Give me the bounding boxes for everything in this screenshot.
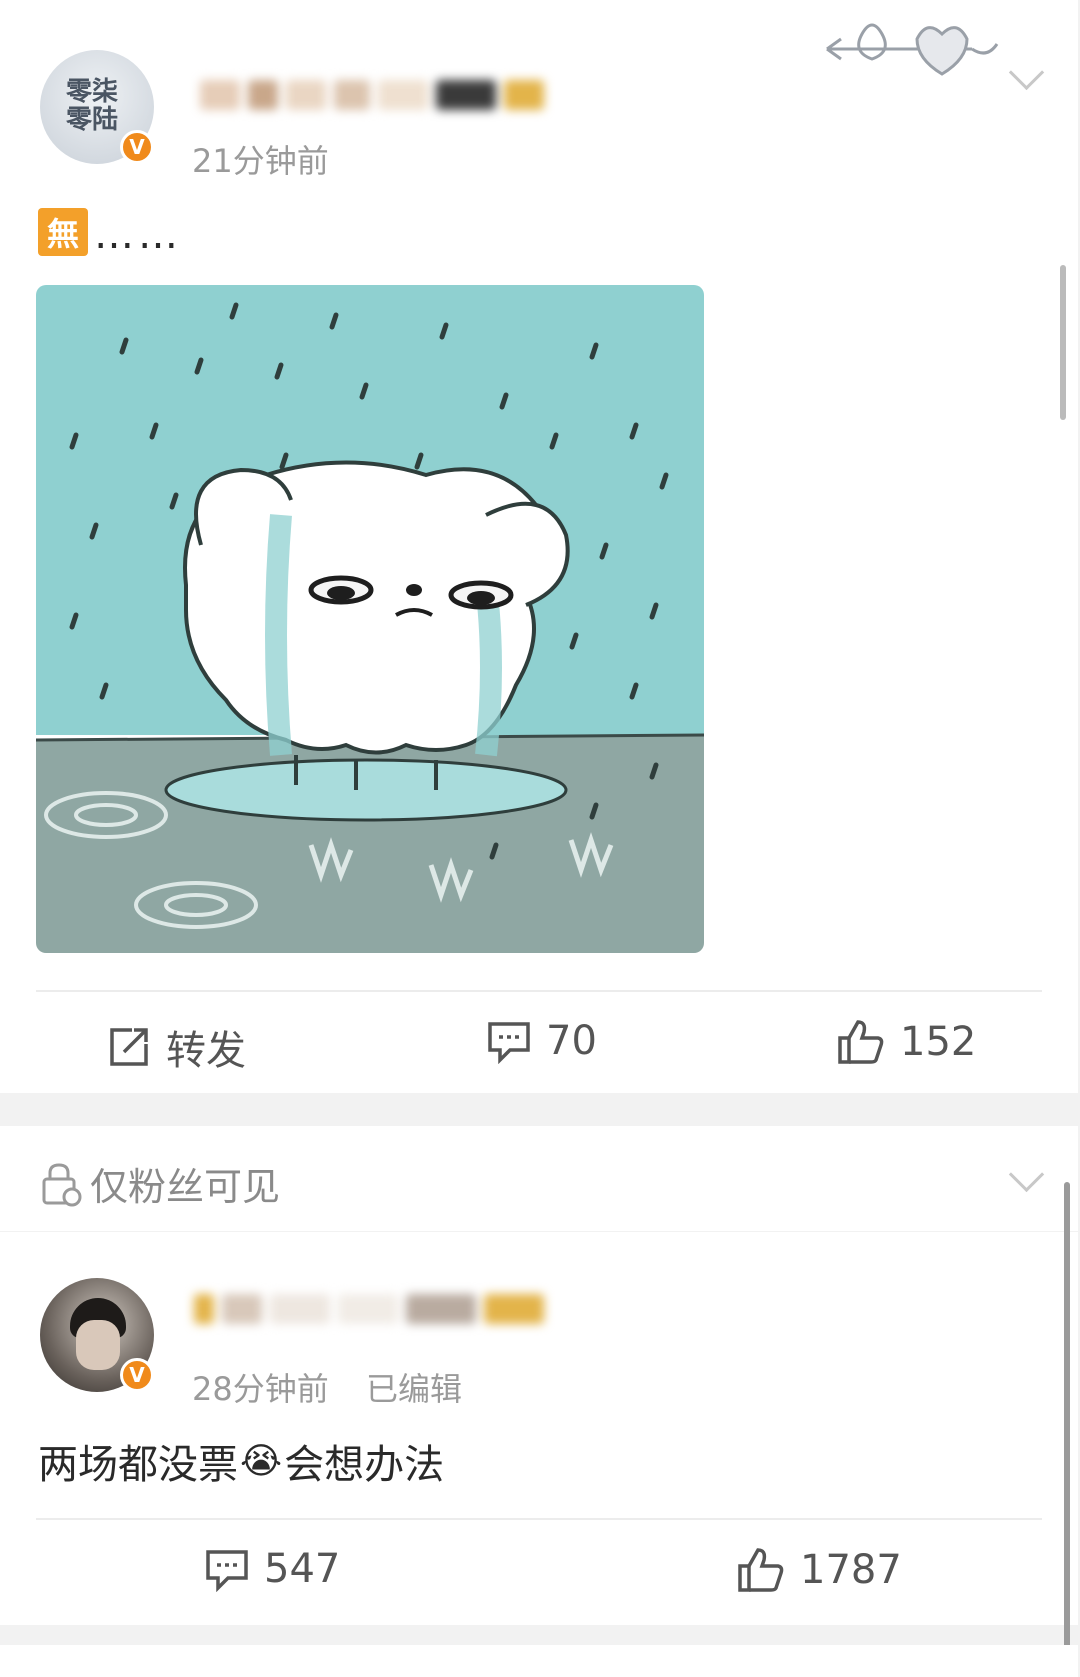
verified-badge-icon: V (120, 1358, 154, 1392)
visibility-header: 仅粉丝可见 (0, 1126, 1078, 1231)
like-count: 1787 (800, 1547, 902, 1593)
avatar-text-line1: 零柒 (66, 77, 119, 107)
post-card: 零柒 零陆 V 21分钟前 無 …… 转发 70 152 (0, 0, 1078, 1093)
post-image[interactable] (36, 285, 704, 953)
username-blurred[interactable] (200, 80, 600, 116)
comment-count: 70 (546, 1018, 597, 1064)
thumbs-up-icon (838, 1020, 884, 1064)
like-button[interactable]: 152 (836, 1018, 976, 1066)
comment-button[interactable]: 70 (486, 1018, 597, 1064)
next-post-edge (0, 1645, 1078, 1677)
more-options-chevron-icon[interactable] (1008, 54, 1045, 91)
verified-badge-icon: V (120, 130, 154, 164)
post-time: 28分钟前 (192, 1370, 329, 1408)
post-content: …… (94, 212, 182, 258)
divider (36, 1518, 1042, 1520)
thumbs-up-icon (738, 1548, 784, 1592)
comment-count: 547 (264, 1546, 341, 1592)
comment-button[interactable]: 547 (204, 1546, 340, 1592)
divider (36, 990, 1042, 992)
lock-icon (42, 1162, 82, 1206)
crying-dog-in-rain-icon (36, 285, 704, 953)
emoji-badge: 無 (38, 208, 88, 256)
comment-icon (488, 1022, 530, 1064)
post-time: 21分钟前 (192, 142, 329, 180)
avatar-text-line2: 零陆 (66, 105, 119, 135)
scrollbar-thumb[interactable] (1064, 1182, 1070, 1652)
more-options-chevron-icon[interactable] (1008, 1156, 1045, 1193)
visibility-label: 仅粉丝可见 (90, 1165, 281, 1209)
username-blurred[interactable] (194, 1294, 584, 1330)
like-count: 152 (900, 1019, 977, 1065)
edited-label: 已编辑 (366, 1370, 463, 1408)
scrollbar-thumb[interactable] (1060, 265, 1066, 420)
repost-label: 转发 (166, 1028, 246, 1074)
crying-face-icon: 😭 (240, 1440, 283, 1482)
post-content: 两场都没票 😭 会想办法 (38, 1440, 445, 1489)
post-card: V 28分钟前 已编辑 两场都没票 😭 会想办法 547 1787 (0, 1182, 1078, 1652)
heart-arrow-sticker-icon (826, 23, 999, 76)
comment-icon (206, 1550, 248, 1592)
repost-icon (110, 1028, 148, 1066)
repost-button[interactable]: 转发 (106, 1018, 246, 1076)
like-button[interactable]: 1787 (736, 1546, 902, 1594)
